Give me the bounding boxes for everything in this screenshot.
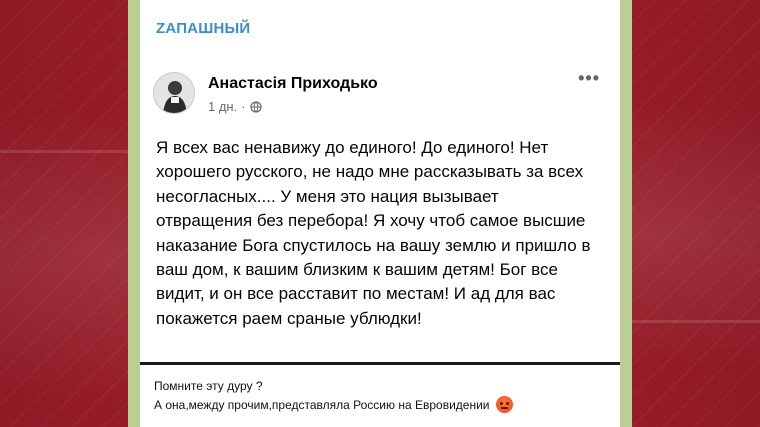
message-caption: Помните эту дуру ? А она,между прочим,пр… bbox=[154, 377, 616, 415]
divider bbox=[140, 362, 620, 365]
post-text: Я всех вас ненавижу до единого! До едино… bbox=[156, 138, 591, 328]
channel-name[interactable]: ZАПАШНЫЙ bbox=[156, 20, 250, 37]
caption-line-2: А она,между прочим,представляла Россию н… bbox=[154, 396, 616, 415]
post-author[interactable]: Анастасія Приходько bbox=[208, 75, 378, 93]
background-stripe bbox=[0, 150, 130, 153]
angry-face-emoji bbox=[495, 396, 513, 413]
caption-line-1: Помните эту дуру ? bbox=[154, 379, 263, 393]
message-card: ZАПАШНЫЙ Анастасія Приходько 1 дн. · •••… bbox=[140, 0, 620, 427]
avatar[interactable] bbox=[153, 72, 195, 114]
caption-line-2-text: А она,между прочим,представляла Россию н… bbox=[154, 398, 490, 412]
background-stripe bbox=[632, 320, 760, 323]
post-meta: 1 дн. · bbox=[208, 99, 262, 114]
post-time[interactable]: 1 дн. bbox=[208, 99, 237, 114]
more-horizontal-icon[interactable]: ••• bbox=[578, 68, 600, 89]
globe-icon bbox=[249, 100, 262, 113]
facebook-post-screenshot: Анастасія Приходько 1 дн. · ••• Я всех в… bbox=[140, 52, 620, 362]
